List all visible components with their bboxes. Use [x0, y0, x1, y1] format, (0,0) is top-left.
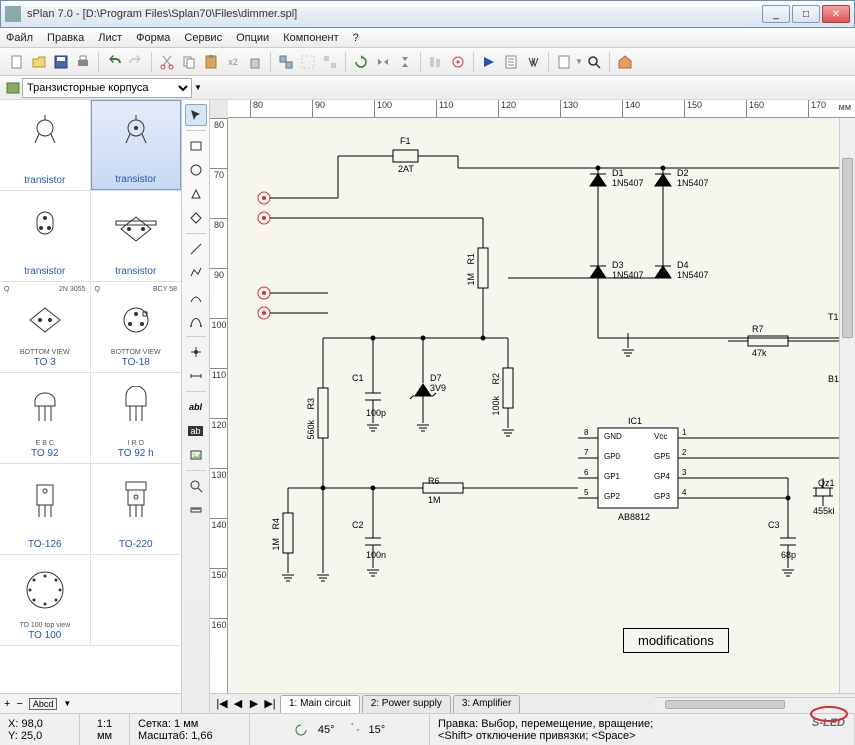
copy-icon[interactable]	[178, 51, 200, 73]
menu-help[interactable]: ?	[353, 32, 359, 44]
rect-tool-icon[interactable]	[185, 135, 207, 157]
component-cell[interactable]: transistor	[91, 100, 182, 190]
rotate-ccw-icon[interactable]	[294, 723, 308, 737]
goto-icon[interactable]	[478, 51, 500, 73]
print-icon[interactable]	[72, 51, 94, 73]
home-icon[interactable]	[614, 51, 636, 73]
component-cell[interactable]: I R O TO 92 h	[91, 373, 182, 463]
zoom-icon[interactable]	[583, 51, 605, 73]
menu-options[interactable]: Опции	[236, 32, 269, 44]
mirror-h-icon[interactable]	[372, 51, 394, 73]
menu-component[interactable]: Компонент	[283, 32, 338, 44]
main-toolbar: x2 ▼	[0, 48, 855, 76]
rotate-icon[interactable]	[350, 51, 372, 73]
menu-file[interactable]: Файл	[6, 32, 33, 44]
sheet-tab[interactable]: 2: Power supply	[362, 695, 451, 713]
library-select[interactable]: Транзисторные корпуса	[22, 78, 192, 98]
dimension-tool-icon[interactable]	[185, 365, 207, 387]
component-cell[interactable]: transistor	[0, 100, 91, 190]
library-row: Транзисторные корпуса ▼	[0, 76, 855, 100]
tab-nav-prev-icon[interactable]: ◀	[230, 696, 246, 712]
group-icon[interactable]	[297, 51, 319, 73]
measure-tool-icon[interactable]	[185, 499, 207, 521]
component-cell[interactable]: TO-126	[0, 464, 91, 554]
component-grid: transistor transistor transistor transis…	[0, 100, 181, 693]
tool-palette: abI ab	[182, 100, 210, 713]
menu-form[interactable]: Форма	[136, 32, 170, 44]
title-block: modifications	[623, 628, 729, 653]
scrollbar-vertical[interactable]	[839, 118, 855, 693]
polyline-tool-icon[interactable]	[185, 262, 207, 284]
poly-tool-icon[interactable]	[185, 183, 207, 205]
ungroup-icon[interactable]	[319, 51, 341, 73]
ruler-horizontal: мм 8090100110120130140150160170	[228, 100, 855, 118]
paste-icon[interactable]	[200, 51, 222, 73]
menu-service[interactable]: Сервис	[184, 32, 222, 44]
pointer-tool-icon[interactable]	[185, 104, 207, 126]
menu-bar: Файл Правка Лист Форма Сервис Опции Комп…	[0, 28, 855, 48]
line-tool-icon[interactable]	[185, 238, 207, 260]
menu-edit[interactable]: Правка	[47, 32, 84, 44]
canvas-area: мм 8090100110120130140150160170 80708090…	[210, 100, 855, 713]
zoom-in-icon[interactable]: +	[4, 698, 10, 710]
abcd-toggle[interactable]: Abcd	[29, 698, 58, 710]
component-cell[interactable]: TO 100 top view TO 100	[0, 555, 91, 645]
circle-tool-icon[interactable]	[185, 159, 207, 181]
search-icon[interactable]	[522, 51, 544, 73]
curve-tool-icon[interactable]	[185, 286, 207, 308]
page-icon[interactable]	[553, 51, 575, 73]
component-cell[interactable]: Q 2N 3055 BOTTOM VIEW TO 3	[0, 282, 91, 372]
minimize-button[interactable]: _	[762, 5, 790, 23]
open-file-icon[interactable]	[28, 51, 50, 73]
status-hint: Правка: Выбор, перемещение, вращение; <S…	[430, 714, 855, 745]
bezier-tool-icon[interactable]	[185, 310, 207, 332]
tab-nav-first-icon[interactable]: |◀	[214, 696, 230, 712]
main-area: transistor transistor transistor transis…	[0, 100, 855, 713]
component-cell[interactable]: TO-220	[91, 464, 182, 554]
sheet-tab[interactable]: 3: Amplifier	[453, 695, 520, 713]
x2-icon[interactable]: x2	[222, 51, 244, 73]
save-icon[interactable]	[50, 51, 72, 73]
list-icon[interactable]	[500, 51, 522, 73]
status-bar: X: 98,0 Y: 25,0 1:1мм Сетка: 1 мм Масшта…	[0, 713, 855, 745]
window-title: sPlan 7.0 - [D:\Program Files\Splan70\Fi…	[27, 8, 762, 20]
rotate-cw-icon[interactable]	[345, 723, 359, 737]
zoom-tool-icon[interactable]	[185, 475, 207, 497]
image-tool-icon[interactable]	[185, 444, 207, 466]
title-bar: sPlan 7.0 - [D:\Program Files\Splan70\Fi…	[0, 0, 855, 28]
redo-icon[interactable]	[125, 51, 147, 73]
mirror-v-icon[interactable]	[394, 51, 416, 73]
delete-icon[interactable]	[244, 51, 266, 73]
cut-icon[interactable]	[156, 51, 178, 73]
component-footer: + − Abcd ▼	[0, 693, 181, 713]
snap-icon[interactable]	[447, 51, 469, 73]
undo-icon[interactable]	[103, 51, 125, 73]
text-tool-icon[interactable]: abI	[185, 396, 207, 418]
library-icon[interactable]	[4, 79, 22, 97]
component-cell[interactable]: E B C TO 92	[0, 373, 91, 463]
scrollbar-horizontal[interactable]	[655, 697, 855, 711]
menu-sheet[interactable]: Лист	[98, 32, 122, 44]
component-cell[interactable]	[91, 555, 182, 645]
sheet-tabs: |◀ ◀ ▶ ▶| 1: Main circuit 2: Power suppl…	[210, 693, 855, 713]
sheet-tab[interactable]: 1: Main circuit	[280, 695, 360, 713]
maximize-button[interactable]: □	[792, 5, 820, 23]
component-cell[interactable]: transistor	[0, 191, 91, 281]
tab-nav-next-icon[interactable]: ▶	[246, 696, 262, 712]
label-tool-icon[interactable]: ab	[185, 420, 207, 442]
component-cell[interactable]: transistor	[91, 191, 182, 281]
new-file-icon[interactable]	[6, 51, 28, 73]
close-button[interactable]: ✕	[822, 5, 850, 23]
component-panel: transistor transistor transistor transis…	[0, 100, 182, 713]
schematic-canvas[interactable]: F1 2AT D1 1N5407 D2 1N5407 D3 1N5407 D4 …	[228, 118, 855, 693]
shape-tool-icon[interactable]	[185, 207, 207, 229]
duplicate-icon[interactable]	[275, 51, 297, 73]
component-cell[interactable]: Q BCY 58 BOTTOM VIEW TO-18	[91, 282, 182, 372]
zoom-out-icon[interactable]: −	[16, 698, 22, 710]
app-icon	[5, 6, 21, 22]
ruler-vertical: 80708090100110120130140150160	[210, 118, 228, 693]
node-tool-icon[interactable]	[185, 341, 207, 363]
tab-nav-last-icon[interactable]: ▶|	[262, 696, 278, 712]
align-icon[interactable]	[425, 51, 447, 73]
